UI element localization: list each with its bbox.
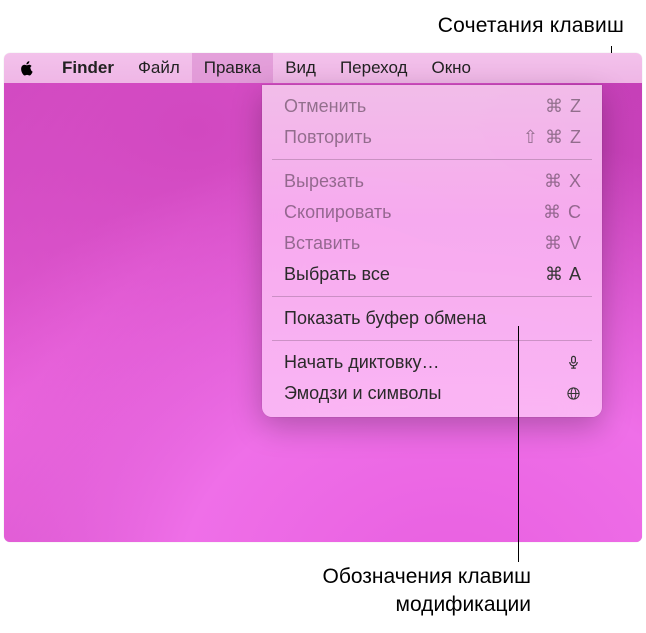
callout-shortcuts: Сочетания клавиш <box>438 14 624 38</box>
menu-item-label: Отменить <box>284 96 366 117</box>
menubar-item-file[interactable]: Файл <box>126 53 192 83</box>
menubar-item-view[interactable]: Вид <box>273 53 328 83</box>
menu-item-label: Повторить <box>284 127 372 148</box>
menu-item-label: Вырезать <box>284 171 364 192</box>
menu-separator <box>272 159 592 160</box>
menu-separator <box>272 296 592 297</box>
menubar-app-name[interactable]: Finder <box>50 53 126 83</box>
menubar: Finder Файл Правка Вид Переход Окно <box>4 53 642 83</box>
menu-item-shortcut: ⌘ Z <box>545 96 582 117</box>
menu-item-shortcut: ⌘ A <box>545 264 582 285</box>
callout-modifier-symbols: Обозначения клавиш модификации <box>323 563 532 620</box>
menu-item-undo[interactable]: Отменить ⌘ Z <box>262 91 602 122</box>
menu-item-shortcut: ⌘ V <box>544 233 582 254</box>
menu-item-select-all[interactable]: Выбрать все ⌘ A <box>262 259 602 290</box>
menu-item-label: Показать буфер обмена <box>284 308 486 329</box>
menu-item-shortcut: ⌘ X <box>544 171 582 192</box>
edit-menu-dropdown: Отменить ⌘ Z Повторить ⇧ ⌘ Z Вырезать ⌘ … <box>262 85 602 417</box>
menu-separator <box>272 340 592 341</box>
menu-item-label: Эмодзи и символы <box>284 383 441 404</box>
menubar-item-edit[interactable]: Правка <box>192 53 273 83</box>
menu-item-emoji-symbols[interactable]: Эмодзи и символы <box>262 378 602 409</box>
callout-line <box>518 326 519 562</box>
menu-item-paste[interactable]: Вставить ⌘ V <box>262 228 602 259</box>
globe-icon <box>564 385 582 403</box>
menu-item-label: Скопировать <box>284 202 392 223</box>
menubar-item-window[interactable]: Окно <box>419 53 483 83</box>
menu-item-shortcut: ⌘ C <box>543 202 582 223</box>
mic-icon <box>564 354 582 372</box>
menu-item-cut[interactable]: Вырезать ⌘ X <box>262 166 602 197</box>
menu-item-copy[interactable]: Скопировать ⌘ C <box>262 197 602 228</box>
menu-item-show-clipboard[interactable]: Показать буфер обмена <box>262 303 602 334</box>
menu-item-redo[interactable]: Повторить ⇧ ⌘ Z <box>262 122 602 153</box>
screenshot-frame: Finder Файл Правка Вид Переход Окно Отме… <box>4 53 642 542</box>
apple-menu-icon[interactable] <box>18 59 36 77</box>
menu-item-start-dictation[interactable]: Начать диктовку… <box>262 347 602 378</box>
menu-item-label: Начать диктовку… <box>284 352 440 373</box>
menu-item-label: Выбрать все <box>284 264 390 285</box>
menu-item-label: Вставить <box>284 233 360 254</box>
menubar-item-go[interactable]: Переход <box>328 53 420 83</box>
menu-item-shortcut: ⇧ ⌘ Z <box>523 127 582 148</box>
